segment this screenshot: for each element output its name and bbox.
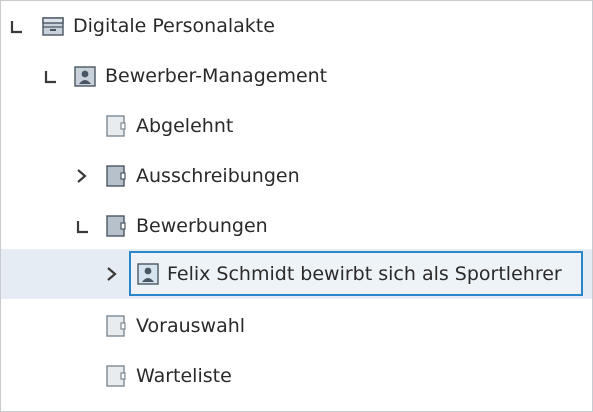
tree-node-bewerber-management[interactable]: Bewerber-Management bbox=[1, 51, 592, 101]
empty-folder-icon bbox=[104, 313, 128, 339]
tree-node-felix-schmidt[interactable]: Felix Schmidt bewirbt sich als Sportlehr… bbox=[1, 249, 592, 299]
tree-node-ausschreibungen[interactable]: Ausschreibungen bbox=[1, 151, 592, 201]
folder-icon bbox=[104, 163, 128, 189]
tree-node-bewerbungen[interactable]: Bewerbungen bbox=[1, 201, 592, 251]
person-folder-icon bbox=[73, 63, 97, 89]
tree-expanded-icon[interactable] bbox=[39, 63, 61, 89]
person-file-icon bbox=[136, 261, 160, 287]
tree-node-abgelehnt[interactable]: Abgelehnt bbox=[1, 101, 592, 151]
tree-node-label: Ausschreibungen bbox=[136, 165, 300, 187]
tree-node-vorauswahl[interactable]: Vorauswahl bbox=[1, 301, 592, 351]
tree-node-digitale-personalakte[interactable]: Digitale Personalakte bbox=[1, 1, 592, 51]
tree-expanded-icon[interactable] bbox=[5, 13, 27, 39]
tree-node-warteliste[interactable]: Warteliste bbox=[1, 351, 592, 401]
chevron-right-icon[interactable] bbox=[101, 261, 123, 287]
tree-node-label: Felix Schmidt bewirbt sich als Sportlehr… bbox=[167, 263, 562, 285]
empty-folder-icon bbox=[104, 363, 128, 389]
tree-expanded-icon[interactable] bbox=[71, 213, 93, 239]
tree-node-label: Abgelehnt bbox=[136, 115, 234, 137]
tree-node-label: Bewerber-Management bbox=[105, 65, 328, 87]
repository-tree: Digitale Personalakte Bewerber-Managemen… bbox=[0, 0, 593, 412]
tree-node-label: Digitale Personalakte bbox=[73, 15, 275, 37]
empty-folder-icon bbox=[104, 113, 128, 139]
tree-node-label: Vorauswahl bbox=[136, 315, 246, 337]
tree-node-label: Bewerbungen bbox=[136, 215, 268, 237]
archive-icon bbox=[41, 13, 65, 39]
tree-node-label: Warteliste bbox=[136, 365, 232, 387]
folder-icon bbox=[104, 213, 128, 239]
chevron-right-icon[interactable] bbox=[71, 163, 93, 189]
